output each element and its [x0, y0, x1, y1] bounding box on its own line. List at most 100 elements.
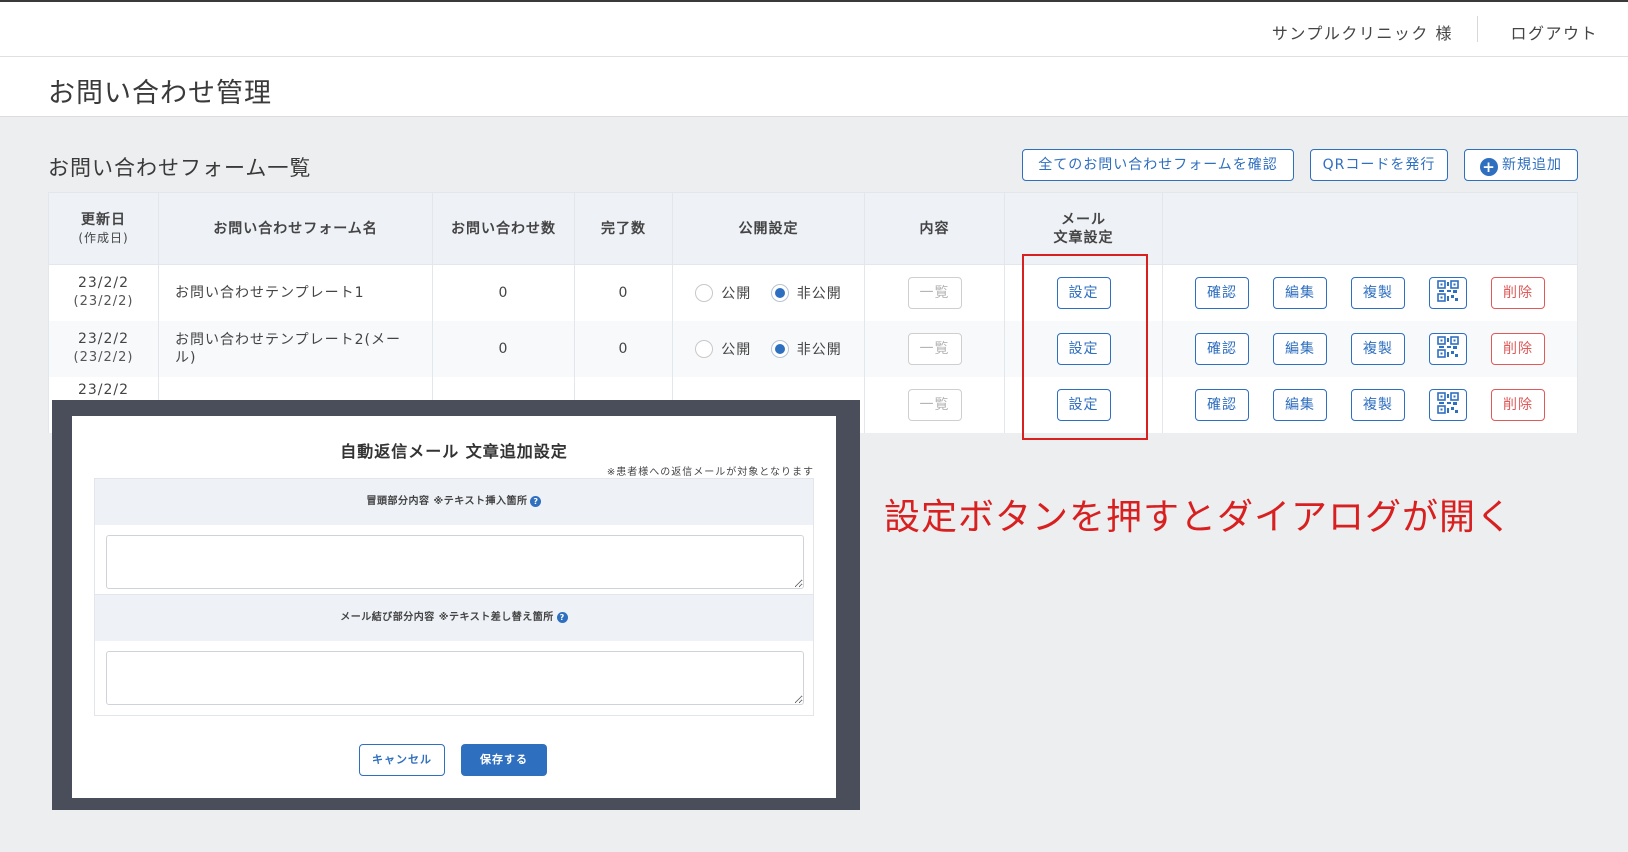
- confirm-button[interactable]: 確認: [1195, 388, 1249, 421]
- qr-code-button[interactable]: [1429, 276, 1467, 309]
- footer-text-input[interactable]: [106, 651, 804, 705]
- row-mail-setting: 設定: [1004, 376, 1163, 433]
- row-updated: 23/2/2: [77, 331, 130, 347]
- top-bar: サンプルクリニック 様 ログアウト: [0, 0, 1628, 57]
- qr-code-icon: [1437, 391, 1459, 414]
- header-divider: [1477, 16, 1478, 42]
- list-button[interactable]: 一覧: [907, 388, 962, 421]
- view-all-forms-button[interactable]: 全てのお問い合わせフォームを確認: [1022, 149, 1294, 181]
- add-new-button[interactable]: + 新規追加: [1464, 149, 1578, 181]
- dialog-title: 自動返信メール 文章追加設定: [340, 442, 568, 461]
- col-complete-count: 完了数: [574, 192, 673, 265]
- qr-code-button[interactable]: [1429, 332, 1467, 365]
- mail-setting-button[interactable]: 設定: [1056, 332, 1111, 365]
- row-updated: 23/2/2: [77, 381, 130, 398]
- qr-code-button[interactable]: [1429, 388, 1467, 421]
- header-text-label: 冒頭部分内容 ※テキスト挿入箇所?: [95, 479, 813, 525]
- logout-link[interactable]: ログアウト: [1510, 20, 1598, 44]
- row-actions: 確認 編集 複製 削除: [1162, 320, 1578, 377]
- public-radio-label: 公開: [721, 341, 752, 358]
- private-radio[interactable]: [770, 339, 789, 358]
- private-radio-label: 非公開: [796, 285, 842, 302]
- row-form-name: お問い合わせテンプレート2(メール): [158, 320, 433, 377]
- annotation-text: 設定ボタンを押すとダイアログが開く: [884, 497, 1514, 538]
- col-mail-label-2: 文章設定: [1053, 229, 1114, 246]
- help-icon[interactable]: ?: [530, 496, 542, 507]
- row-created: (23/2/2): [73, 350, 134, 365]
- row-actions: 確認 編集 複製 削除: [1162, 376, 1578, 433]
- table-row: 23/2/2 (23/2/2) お問い合わせテンプレート2(メール) 0 0 公開…: [48, 320, 1578, 377]
- plus-circle-icon: +: [1480, 158, 1498, 176]
- dialog-overlay: 自動返信メール 文章追加設定 ※患者様への返信メールが対象となります 冒頭部分内…: [52, 400, 860, 810]
- row-mail-setting: 設定: [1004, 320, 1163, 377]
- footer-text-label: メール結び部分内容 ※テキスト差し替え箇所?: [95, 595, 813, 641]
- col-actions: [1162, 192, 1578, 265]
- duplicate-button[interactable]: 複製: [1351, 276, 1405, 309]
- row-mail-setting: 設定: [1004, 264, 1163, 321]
- list-button[interactable]: 一覧: [907, 332, 962, 365]
- header-text-label-text: 冒頭部分内容 ※テキスト挿入箇所: [366, 496, 528, 507]
- inquiry-form-table: 更新日 (作成日) お問い合わせフォーム名 お問い合わせ数 完了数 公開設定 内…: [48, 192, 1578, 433]
- delete-button[interactable]: 削除: [1491, 332, 1545, 365]
- qr-issue-button[interactable]: QRコードを発行: [1310, 149, 1448, 181]
- row-content: 一覧: [864, 376, 1005, 433]
- user-name: サンプルクリニック 様: [1271, 24, 1453, 43]
- col-mail-settings: メール 文章設定: [1004, 192, 1163, 265]
- header-text-section: 冒頭部分内容 ※テキスト挿入箇所?: [94, 478, 814, 600]
- duplicate-button[interactable]: 複製: [1351, 388, 1405, 421]
- add-new-label: 新規追加: [1502, 157, 1562, 173]
- delete-button[interactable]: 削除: [1491, 388, 1545, 421]
- list-button[interactable]: 一覧: [907, 276, 962, 309]
- page-title-bar: お問い合わせ管理: [0, 57, 1628, 117]
- edit-button[interactable]: 編集: [1273, 388, 1327, 421]
- confirm-button[interactable]: 確認: [1195, 332, 1249, 365]
- col-updated-label: 更新日: [81, 211, 126, 228]
- private-radio-label: 非公開: [796, 341, 842, 358]
- table-row: 23/2/2 (23/2/2) お問い合わせテンプレート1 0 0 公開 非公開 …: [48, 264, 1578, 321]
- row-inquiry-count: 0: [432, 320, 575, 377]
- duplicate-button[interactable]: 複製: [1351, 332, 1405, 365]
- private-radio[interactable]: [770, 283, 789, 302]
- mail-setting-button[interactable]: 設定: [1056, 388, 1111, 421]
- footer-text-section: メール結び部分内容 ※テキスト差し替え箇所?: [94, 594, 814, 716]
- header-text-input[interactable]: [106, 535, 804, 589]
- row-content: 一覧: [864, 320, 1005, 377]
- qr-code-icon: [1437, 335, 1459, 358]
- row-publish: 公開 非公開: [672, 320, 865, 377]
- row-publish: 公開 非公開: [672, 264, 865, 321]
- delete-button[interactable]: 削除: [1491, 276, 1545, 309]
- col-created-label: (作成日): [78, 230, 129, 245]
- section-title: お問い合わせフォーム一覧: [48, 156, 312, 180]
- cancel-button[interactable]: キャンセル: [359, 744, 445, 776]
- col-publish: 公開設定: [672, 192, 865, 265]
- row-form-name: お問い合わせテンプレート1: [158, 264, 433, 321]
- confirm-button[interactable]: 確認: [1195, 276, 1249, 309]
- row-inquiry-count: 0: [432, 264, 575, 321]
- footer-text-label-text: メール結び部分内容 ※テキスト差し替え箇所: [340, 612, 554, 623]
- col-mail-label-1: メール: [1061, 211, 1106, 228]
- edit-button[interactable]: 編集: [1273, 276, 1327, 309]
- col-form-name: お問い合わせフォーム名: [158, 192, 433, 265]
- mail-setting-button[interactable]: 設定: [1056, 276, 1111, 309]
- row-updated: 23/2/2: [77, 275, 130, 292]
- edit-button[interactable]: 編集: [1273, 332, 1327, 365]
- table-header-row: 更新日 (作成日) お問い合わせフォーム名 お問い合わせ数 完了数 公開設定 内…: [48, 192, 1578, 265]
- row-created: (23/2/2): [73, 294, 134, 310]
- row-content: 一覧: [864, 264, 1005, 321]
- col-content: 内容: [864, 192, 1005, 265]
- dialog-note: ※患者様への返信メールが対象となります: [606, 467, 814, 478]
- row-actions: 確認 編集 複製 削除: [1162, 264, 1578, 321]
- save-button[interactable]: 保存する: [461, 744, 547, 776]
- qr-code-icon: [1437, 279, 1459, 302]
- public-radio-label: 公開: [721, 285, 752, 302]
- public-radio[interactable]: [695, 283, 714, 302]
- mail-text-dialog: 自動返信メール 文章追加設定 ※患者様への返信メールが対象となります 冒頭部分内…: [72, 416, 836, 798]
- page-title: お問い合わせ管理: [48, 78, 272, 109]
- row-complete-count: 0: [574, 264, 673, 321]
- col-updated: 更新日 (作成日): [48, 192, 159, 265]
- row-complete-count: 0: [574, 320, 673, 377]
- help-icon[interactable]: ?: [556, 612, 568, 623]
- row-date: 23/2/2 (23/2/2): [48, 320, 159, 377]
- row-date: 23/2/2 (23/2/2): [48, 264, 159, 321]
- public-radio[interactable]: [695, 339, 714, 358]
